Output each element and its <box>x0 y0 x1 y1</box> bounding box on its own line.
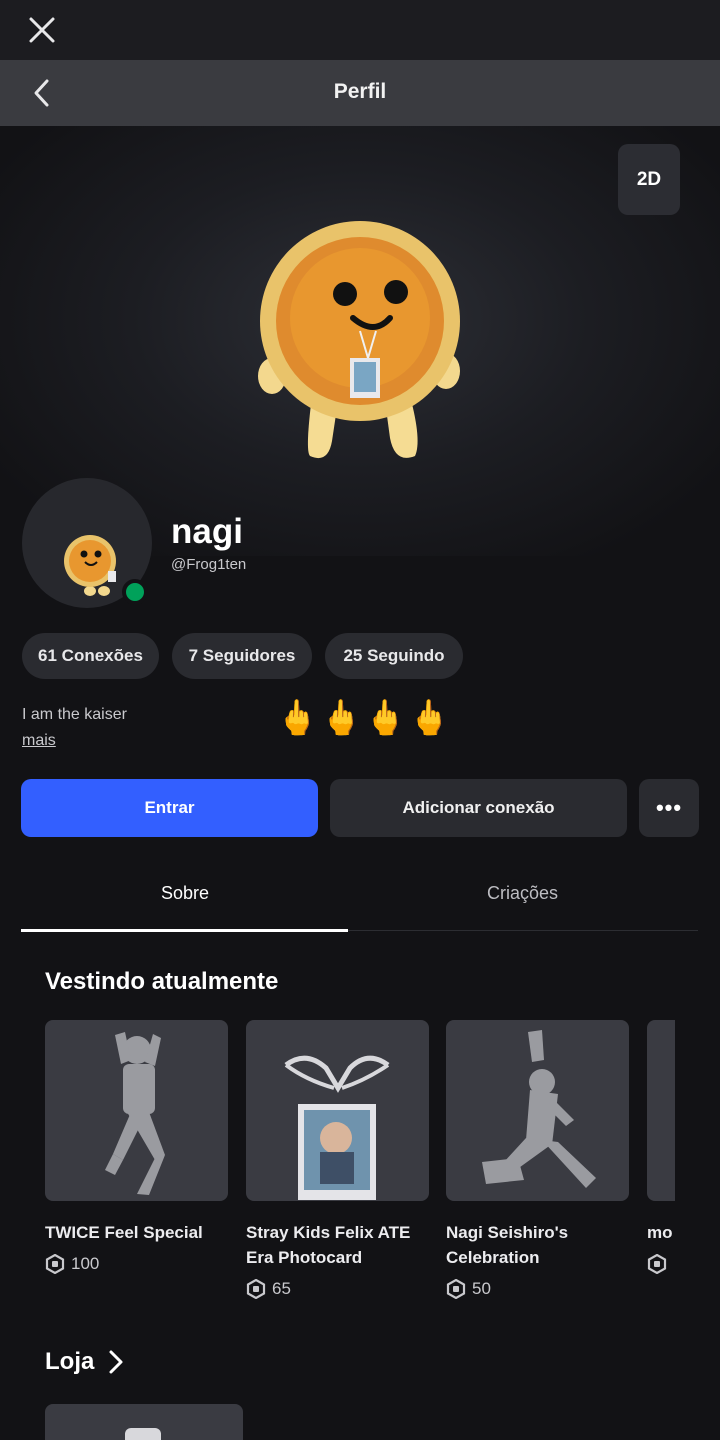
bio-emoji: 🖕 <box>364 698 407 738</box>
item-name[interactable]: Nagi Seishiro's Celebration <box>446 1220 629 1270</box>
item-card[interactable] <box>446 1020 629 1201</box>
add-connection-button[interactable]: Adicionar conexão <box>330 779 627 837</box>
chevron-right-icon <box>109 1350 123 1374</box>
shop-item-thumbnail <box>125 1428 161 1440</box>
photocard-lanyard-icon <box>284 1055 390 1200</box>
tab-active-indicator <box>21 929 348 932</box>
robux-icon <box>647 1253 667 1275</box>
item-price: 100 <box>45 1254 99 1274</box>
bio-text: I am the kaiser <box>22 706 127 723</box>
close-icon <box>29 17 55 43</box>
item-price <box>647 1253 667 1279</box>
username: @Frog1ten <box>171 556 247 573</box>
item-card[interactable] <box>246 1020 429 1201</box>
page-title: Perfil <box>333 80 387 103</box>
close-button[interactable] <box>22 10 62 50</box>
item-card-partial[interactable]: mo <box>647 1020 675 1320</box>
item-name[interactable]: TWICE Feel Special <box>45 1220 228 1245</box>
item-price-value: 50 <box>472 1279 491 1298</box>
followers-pill[interactable]: 7 Seguidores <box>172 633 312 679</box>
item-price: 65 <box>246 1279 291 1299</box>
celebration-pose-icon <box>482 1030 596 1188</box>
shop-title: Loja <box>45 1348 95 1375</box>
online-status-indicator <box>122 579 148 605</box>
bio-emoji: 🖕 <box>320 698 363 738</box>
navigation-bar: Perfil <box>0 60 720 126</box>
bio-more-link[interactable]: mais <box>22 732 56 750</box>
more-options-button[interactable]: ••• <box>639 779 699 837</box>
shop-section-link[interactable]: Loja <box>45 1348 128 1376</box>
item-card[interactable] <box>647 1020 675 1201</box>
avatar-3d-render <box>258 221 460 459</box>
robux-icon <box>246 1279 266 1299</box>
following-pill[interactable]: 25 Seguindo <box>325 633 463 679</box>
view-2d-toggle-button[interactable]: 2D <box>618 144 680 215</box>
tab-creations[interactable]: Criações <box>487 883 558 904</box>
display-name: nagi <box>171 512 243 551</box>
shop-item-card[interactable] <box>45 1404 243 1440</box>
item-card[interactable] <box>45 1020 228 1201</box>
bio-emoji: 🖕 <box>408 698 451 738</box>
dance-pose-icon <box>105 1032 165 1195</box>
item-name[interactable]: mo <box>647 1220 675 1245</box>
robux-icon <box>446 1279 466 1299</box>
join-button[interactable]: Entrar <box>21 779 318 837</box>
connections-pill[interactable]: 61 Conexões <box>22 633 159 679</box>
top-bar <box>0 0 720 60</box>
item-name[interactable]: Stray Kids Felix ATE Era Photocard <box>246 1220 429 1270</box>
item-price-value: 100 <box>71 1254 100 1273</box>
item-price-value: 65 <box>272 1279 291 1298</box>
tab-about[interactable]: Sobre <box>161 883 209 904</box>
robux-icon <box>45 1254 65 1274</box>
item-price: 50 <box>446 1279 491 1299</box>
bio-emoji: 🖕 <box>276 698 319 738</box>
wearing-section-title: Vestindo atualmente <box>45 968 279 995</box>
